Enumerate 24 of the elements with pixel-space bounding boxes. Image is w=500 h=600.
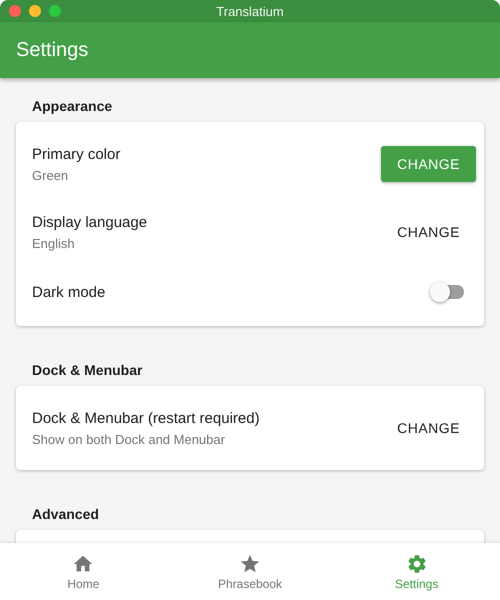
setting-value: Green [32,168,70,182]
minimize-window-button[interactable] [29,5,41,17]
setting-title: Dock & Menubar (restart required) [32,410,260,426]
settings-icon [406,552,428,574]
section-title: Advanced [31,505,100,524]
zoom-window-button[interactable] [49,5,61,17]
setting-title: Primary color [32,146,120,162]
nav-tab[interactable]: Settings [333,543,500,600]
setting-value: Show on both Dock and Menubar [32,432,226,446]
change-button[interactable]: CHANGE [381,410,476,446]
star-icon [239,552,261,574]
setting-value: English [32,236,76,250]
nav-tab[interactable]: Phrasebook [166,543,334,600]
section-title: Appearance [31,97,114,116]
change-button[interactable]: CHANGE [381,214,476,250]
page-title: Settings [16,38,88,62]
change-button[interactable]: CHANGE [381,146,476,182]
close-window-button[interactable] [9,5,21,17]
toggle-switch[interactable] [430,281,466,303]
setting-title: Dark mode [32,284,106,300]
section-title: Dock & Menubar [31,361,144,380]
nav-tab[interactable]: Home [0,543,167,600]
window-title: Translatium [216,4,284,18]
setting-title: Display language [32,214,148,230]
